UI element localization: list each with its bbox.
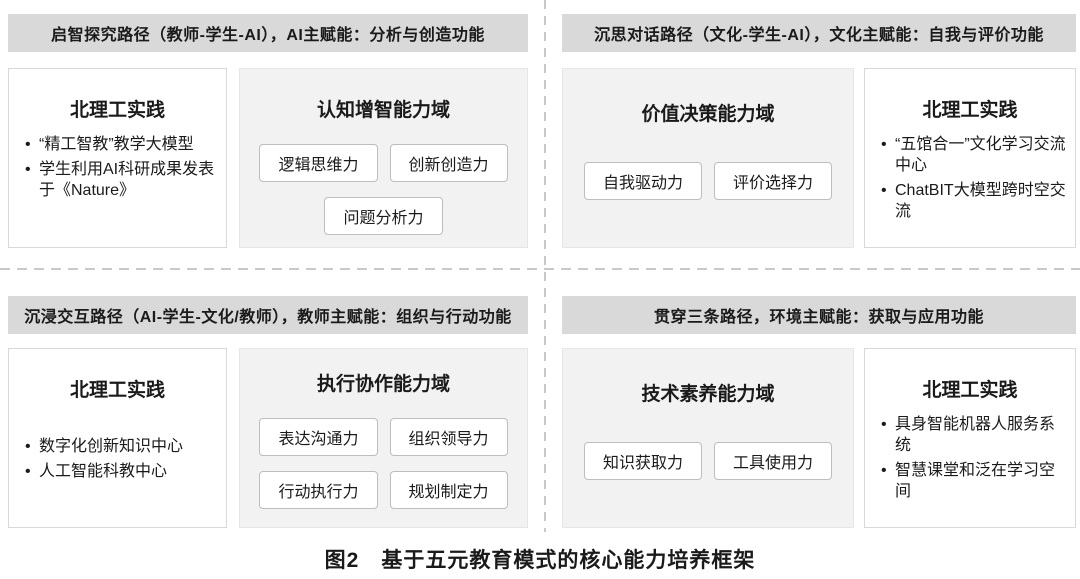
domain-title: 执行协作能力域 — [240, 369, 527, 396]
practice-bullet: 学生利用AI科研成果发表于《Nature》 — [25, 159, 218, 201]
practice-title: 北理工实践 — [9, 95, 226, 122]
capability-chip-problem-analysis: 问题分析力 — [324, 197, 442, 235]
practice-title: 北理工实践 — [865, 95, 1075, 122]
domain-box-executive-collaboration: 执行协作能力域 表达沟通力 组织领导力 行动执行力 规划制定力 — [239, 348, 528, 528]
figure-caption: 图2 基于五元教育模式的核心能力培养框架 — [0, 544, 1080, 574]
quadrant-body-bottom-right: 技术素养能力域 知识获取力 工具使用力 北理工实践 具身智能机器人服务系统 智慧… — [562, 348, 1076, 528]
practice-box-bottom-left: 北理工实践 数字化创新知识中心 人工智能科教中心 — [8, 348, 227, 528]
figure-canvas: 启智探究路径（教师-学生-AI），AI主赋能：分析与创造功能 北理工实践 “精工… — [0, 0, 1080, 579]
quadrant-body-top-right: 价值决策能力域 自我驱动力 评价选择力 北理工实践 “五馆合一”文化学习交流中心… — [562, 68, 1076, 248]
quadrant-header-top-right: 沉思对话路径（文化-学生-AI），文化主赋能：自我与评价功能 — [562, 14, 1076, 52]
vertical-dashed-divider — [544, 0, 546, 532]
practice-bullet: 智慧课堂和泛在学习空间 — [881, 460, 1067, 502]
domain-box-tech-literacy: 技术素养能力域 知识获取力 工具使用力 — [562, 348, 854, 528]
quadrant-body-bottom-left: 北理工实践 数字化创新知识中心 人工智能科教中心 执行协作能力域 表达沟通力 组… — [8, 348, 528, 528]
practice-title: 北理工实践 — [9, 375, 226, 402]
practice-box-bottom-right: 北理工实践 具身智能机器人服务系统 智慧课堂和泛在学习空间 — [864, 348, 1076, 528]
practice-bullet-list: “五馆合一”文化学习交流中心 ChatBIT大模型跨时空交流 — [865, 134, 1075, 222]
quadrant-header-bottom-left: 沉浸交互路径（AI-学生-文化/教师），教师主赋能：组织与行动功能 — [8, 296, 528, 334]
capability-chip-organization-leadership: 组织领导力 — [390, 418, 508, 456]
capability-chip-self-drive: 自我驱动力 — [584, 162, 702, 200]
capability-chip-tool-use: 工具使用力 — [714, 442, 832, 480]
capability-chip-expression-communication: 表达沟通力 — [259, 418, 377, 456]
practice-bullet: “五馆合一”文化学习交流中心 — [881, 134, 1067, 176]
quadrant-body-top-left: 北理工实践 “精工智教”教学大模型 学生利用AI科研成果发表于《Nature》 … — [8, 68, 528, 248]
practice-bullet: “精工智教”教学大模型 — [25, 134, 218, 155]
capability-chip-innovation: 创新创造力 — [390, 144, 508, 182]
practice-title: 北理工实践 — [865, 375, 1075, 402]
capability-chip-action-execution: 行动执行力 — [259, 471, 377, 509]
capability-chip-logical-thinking: 逻辑思维力 — [259, 144, 377, 182]
practice-bullet-list: 具身智能机器人服务系统 智慧课堂和泛在学习空间 — [865, 414, 1075, 502]
domain-title: 价值决策能力域 — [563, 99, 853, 126]
domain-box-value-decision: 价值决策能力域 自我驱动力 评价选择力 — [562, 68, 854, 248]
capability-chip-planning: 规划制定力 — [390, 471, 508, 509]
domain-title: 技术素养能力域 — [563, 379, 853, 406]
domain-box-cognitive: 认知增智能力域 逻辑思维力 创新创造力 问题分析力 — [239, 68, 528, 248]
horizontal-dashed-divider — [0, 268, 1080, 270]
practice-bullet: 人工智能科教中心 — [25, 461, 218, 482]
practice-bullet: 数字化创新知识中心 — [25, 436, 218, 457]
capability-chip-evaluation-choice: 评价选择力 — [714, 162, 832, 200]
quadrant-header-top-left: 启智探究路径（教师-学生-AI），AI主赋能：分析与创造功能 — [8, 14, 528, 52]
practice-box-top-right: 北理工实践 “五馆合一”文化学习交流中心 ChatBIT大模型跨时空交流 — [864, 68, 1076, 248]
capability-chip-knowledge-acquisition: 知识获取力 — [584, 442, 702, 480]
quadrant-header-bottom-right: 贯穿三条路径，环境主赋能：获取与应用功能 — [562, 296, 1076, 334]
practice-bullet: 具身智能机器人服务系统 — [881, 414, 1067, 456]
practice-bullet: ChatBIT大模型跨时空交流 — [881, 180, 1067, 222]
practice-box-top-left: 北理工实践 “精工智教”教学大模型 学生利用AI科研成果发表于《Nature》 — [8, 68, 227, 248]
practice-bullet-list: “精工智教”教学大模型 学生利用AI科研成果发表于《Nature》 — [9, 134, 226, 201]
domain-title: 认知增智能力域 — [240, 95, 527, 122]
practice-bullet-list: 数字化创新知识中心 人工智能科教中心 — [9, 436, 226, 482]
